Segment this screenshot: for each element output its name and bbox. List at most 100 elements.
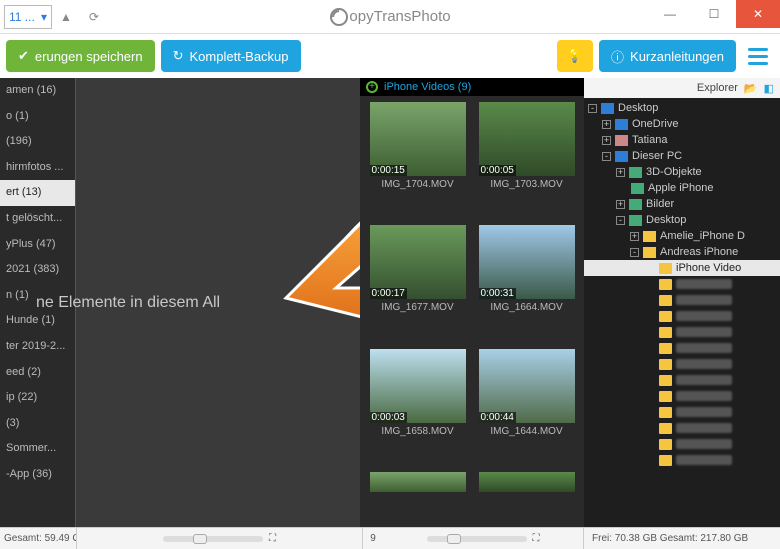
tree-node[interactable] <box>584 404 780 420</box>
tree-node[interactable]: +Tatiana <box>584 132 780 148</box>
status-right: Frei: 70.38 GB Gesamt: 217.80 GB <box>584 533 780 544</box>
album-item[interactable]: o (1) <box>0 104 75 130</box>
thumb-header-label[interactable]: iPhone Videos (9) <box>384 81 471 93</box>
tree-toggle-icon[interactable]: - <box>602 152 611 161</box>
folder-tree[interactable]: -Desktop + OneDrive +Tatiana - Dieser PC +3D-O… <box>584 98 780 527</box>
tree-node[interactable] <box>584 324 780 340</box>
tree-node[interactable]: - Dieser PC <box>584 148 780 164</box>
album-item[interactable]: eed (2) <box>0 360 75 386</box>
thumb-header: + iPhone Videos (9) <box>360 78 584 96</box>
album-item[interactable]: -App (36) <box>0 462 75 488</box>
tree-node[interactable]: + Amelie_iPhone D <box>584 228 780 244</box>
tree-node[interactable] <box>584 276 780 292</box>
video-thumbnail[interactable]: 0:00:44IMG_1644.MOV <box>475 349 578 466</box>
tree-toggle-icon[interactable]: - <box>630 248 639 257</box>
logo-icon <box>329 7 349 27</box>
album-item[interactable]: amen (16) <box>0 78 75 104</box>
album-item[interactable]: ter 2019-2... <box>0 334 75 360</box>
video-thumbnail[interactable]: 0:00:31IMG_1664.MOV <box>475 225 578 342</box>
folder-icon <box>601 103 614 114</box>
tree-node[interactable] <box>584 388 780 404</box>
backup-button[interactable]: ↻ Komplett-Backup <box>161 40 301 72</box>
album-item[interactable]: (196) <box>0 129 75 155</box>
add-album-icon[interactable]: + <box>366 81 378 93</box>
layout-toggle-icon[interactable]: ◧ <box>764 82 774 95</box>
info-icon: ⓘ <box>611 47 624 66</box>
tree-toggle-icon[interactable]: + <box>602 120 611 129</box>
tree-toggle-icon[interactable]: + <box>630 232 639 241</box>
chevron-down-icon: ▾ <box>41 10 47 24</box>
tree-node[interactable]: +Bilder <box>584 196 780 212</box>
album-item[interactable]: Hunde (1) <box>0 308 75 334</box>
minimize-button[interactable]: — <box>648 0 692 28</box>
maximize-button[interactable]: ☐ <box>692 0 736 28</box>
source-combo[interactable]: 11 ... ▾ <box>4 5 52 29</box>
tree-node[interactable]: + OneDrive <box>584 116 780 132</box>
close-button[interactable]: ✕ <box>736 0 780 28</box>
tree-node[interactable]: Apple iPhone <box>584 180 780 196</box>
video-thumbnail[interactable]: 0:00:17IMG_1677.MOV <box>366 225 469 342</box>
tree-node[interactable]: iPhone Video <box>584 260 780 276</box>
tree-toggle-icon[interactable]: + <box>616 168 625 177</box>
guides-button[interactable]: ⓘ Kurzanleitungen <box>599 40 736 72</box>
tree-node[interactable]: -Desktop <box>584 212 780 228</box>
drop-area[interactable]: ne Elemente in diesem All <box>76 78 360 527</box>
video-thumbnail[interactable]: 0:00:05IMG_1703.MOV <box>475 102 578 219</box>
menu-button[interactable] <box>742 40 774 72</box>
album-item[interactable]: Sommer... <box>0 436 75 462</box>
expand-icon[interactable]: ⛶ <box>533 533 540 544</box>
tree-node[interactable] <box>584 436 780 452</box>
tree-node[interactable]: -Andreas iPhone <box>584 244 780 260</box>
tree-node[interactable] <box>584 452 780 468</box>
folder-icon <box>659 359 672 370</box>
eject-icon[interactable]: ▲ <box>52 3 80 31</box>
folder-icon <box>659 295 672 306</box>
folder-icon <box>659 407 672 418</box>
tree-label: Dieser PC <box>632 150 682 162</box>
open-folder-icon[interactable]: 📂 <box>744 82 758 95</box>
tree-node[interactable] <box>584 356 780 372</box>
album-item[interactable]: 2021 (383) <box>0 257 75 283</box>
refresh-icon[interactable]: ⟳ <box>80 3 108 31</box>
backup-label: Komplett-Backup <box>190 49 289 64</box>
save-button[interactable]: ✔ erungen speichern <box>6 40 155 72</box>
tree-label: OneDrive <box>632 118 678 130</box>
album-item[interactable]: ip (22) <box>0 385 75 411</box>
folder-icon <box>629 215 642 226</box>
tree-label: Amelie_iPhone D <box>660 230 745 242</box>
video-duration: 0:00:05 <box>479 165 516 176</box>
tree-node[interactable] <box>584 308 780 324</box>
tree-node[interactable] <box>584 372 780 388</box>
video-filename: IMG_1677.MOV <box>381 302 453 313</box>
video-thumbnail[interactable]: 0:00:03IMG_1658.MOV <box>366 349 469 466</box>
expand-icon[interactable]: ⛶ <box>269 533 276 544</box>
tree-node[interactable] <box>584 292 780 308</box>
album-item[interactable]: (3) <box>0 411 75 437</box>
zoom-slider-right[interactable]: ⛶ <box>383 533 583 544</box>
tree-label-hidden <box>676 423 732 433</box>
video-thumbnail[interactable]: 0:00:15IMG_1704.MOV <box>366 102 469 219</box>
album-item[interactable]: t gelöscht... <box>0 206 75 232</box>
titlebar: 11 ... ▾ ▲ ⟳ opyTrans Photo — ☐ ✕ <box>0 0 780 34</box>
thumbnail-grid[interactable]: 0:00:15IMG_1704.MOV0:00:05IMG_1703.MOV0:… <box>360 96 584 527</box>
tree-toggle-icon[interactable]: - <box>588 104 597 113</box>
album-item[interactable]: ert (13) <box>0 180 75 206</box>
tree-node[interactable] <box>584 340 780 356</box>
tree-label-hidden <box>676 455 732 465</box>
statusbar: Gesamt: 59.49 GB ⛶ 9 ⛶ Frei: 70.38 GB Ge… <box>0 527 780 549</box>
tree-node[interactable] <box>584 420 780 436</box>
tips-button[interactable]: 💡 <box>557 40 593 72</box>
tree-node[interactable]: -Desktop <box>584 100 780 116</box>
album-item[interactable]: hirmfotos ... <box>0 155 75 181</box>
zoom-slider-left[interactable]: ⛶ <box>77 533 362 544</box>
tree-toggle-icon[interactable]: - <box>616 216 625 225</box>
tree-toggle-icon[interactable]: + <box>602 136 611 145</box>
tree-node[interactable]: +3D-Objekte <box>584 164 780 180</box>
folder-icon <box>659 279 672 290</box>
tree-toggle-icon[interactable]: + <box>616 200 625 209</box>
album-item[interactable]: yPlus (47) <box>0 232 75 258</box>
guides-label: Kurzanleitungen <box>630 49 724 64</box>
combo-value: 11 ... <box>9 10 35 24</box>
folder-icon <box>629 199 642 210</box>
folder-icon <box>629 167 642 178</box>
